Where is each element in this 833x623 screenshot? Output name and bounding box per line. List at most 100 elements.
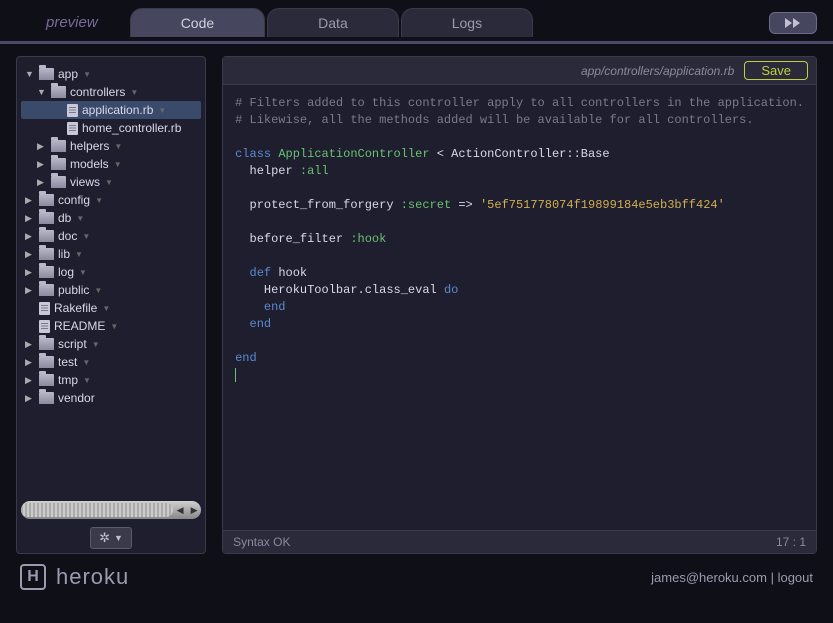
- tree-disclosure-icon: ▼: [94, 196, 104, 205]
- tree-item-label: vendor: [58, 391, 95, 405]
- tab-logs[interactable]: Logs: [401, 8, 533, 37]
- chevron-right-icon: ▶: [25, 213, 35, 224]
- text-cursor: [235, 368, 236, 382]
- folder-icon: [39, 68, 54, 80]
- folder-controllers[interactable]: ▼ controllers ▼: [21, 83, 201, 101]
- folder-vendor[interactable]: ▶vendor: [21, 389, 201, 407]
- chevron-right-icon: ▶: [37, 177, 47, 188]
- folder-icon: [51, 140, 66, 152]
- brand-name: heroku: [56, 564, 129, 590]
- tree-disclosure-icon: ▼: [82, 376, 92, 385]
- tree-item-label: models: [70, 157, 109, 171]
- file-rakefile[interactable]: Rakefile▼: [21, 299, 201, 317]
- code-editor[interactable]: # Filters added to this controller apply…: [223, 85, 816, 530]
- tree-disclosure-icon: ▼: [157, 106, 167, 115]
- chevron-right-icon: ▶: [37, 141, 47, 152]
- folder-icon: [39, 374, 54, 386]
- file-readme[interactable]: README ▼: [21, 317, 201, 335]
- folder-app[interactable]: ▼ app ▼: [21, 65, 201, 83]
- folder-public[interactable]: ▶ public ▼: [21, 281, 201, 299]
- tree-disclosure-icon: ▼: [82, 70, 92, 79]
- tree-disclosure-icon: ▼: [74, 250, 84, 259]
- tree-disclosure-icon: ▼: [104, 178, 114, 187]
- file-tree-sidebar: ▼app▼▼controllers▼application.rb▼home_co…: [16, 56, 206, 554]
- tree-item-label: application.rb: [82, 103, 153, 117]
- preview-link[interactable]: preview: [16, 8, 128, 37]
- file-icon: [39, 302, 50, 315]
- editor-panel: app/controllers/application.rb Save # Fi…: [222, 56, 817, 554]
- tree-disclosure-icon: ▼: [109, 322, 119, 331]
- folder-log[interactable]: ▶ log ▼: [21, 263, 201, 281]
- tree-item-label: config: [58, 193, 90, 207]
- gear-menu-button[interactable]: ✲ ▼: [90, 527, 132, 549]
- tree-item-label: controllers: [70, 85, 125, 99]
- folder-db[interactable]: ▶ db ▼: [21, 209, 201, 227]
- tree-item-label: public: [58, 283, 89, 297]
- folder-icon: [39, 266, 54, 278]
- folder-icon: [51, 86, 66, 98]
- folder-views[interactable]: ▶ views ▼: [21, 173, 201, 191]
- tree-disclosure-icon: ▼: [78, 268, 88, 277]
- chevron-down-icon: ▼: [25, 69, 35, 79]
- tree-item-label: db: [58, 211, 71, 225]
- tree-disclosure-icon: ▼: [81, 232, 91, 241]
- scroll-right-icon[interactable]: ▶: [187, 505, 201, 516]
- tree-item-label: app: [58, 67, 78, 81]
- folder-test[interactable]: ▶ test ▼: [21, 353, 201, 371]
- tree-disclosure-icon: ▼: [113, 142, 123, 151]
- cursor-position: 17 : 1: [776, 535, 806, 549]
- folder-lib[interactable]: ▶ lib ▼: [21, 245, 201, 263]
- fast-forward-button[interactable]: [769, 12, 817, 34]
- file-icon: [67, 104, 78, 117]
- chevron-down-icon: ▼: [37, 87, 47, 97]
- file-icon: [39, 320, 50, 333]
- folder-script[interactable]: ▶script▼: [21, 335, 201, 353]
- file-application-rb[interactable]: application.rb ▼: [21, 101, 201, 119]
- folder-icon: [51, 158, 66, 170]
- chevron-right-icon: ▶: [25, 285, 35, 296]
- chevron-down-icon: ▼: [114, 533, 123, 543]
- gear-icon: ✲: [99, 530, 110, 546]
- tree-item-label: script: [58, 337, 87, 351]
- tree-disclosure-icon: ▼: [113, 160, 123, 169]
- tab-code[interactable]: Code: [130, 8, 265, 37]
- horizontal-scrollbar[interactable]: ◀ ▶: [21, 501, 201, 519]
- tree-item-label: views: [70, 175, 100, 189]
- folder-tmp[interactable]: ▶tmp▼: [21, 371, 201, 389]
- chevron-right-icon: ▶: [25, 267, 35, 278]
- file-home-controller-rb[interactable]: home_controller.rb: [21, 119, 201, 137]
- folder-icon: [39, 338, 54, 350]
- folder-config[interactable]: ▶config▼: [21, 191, 201, 209]
- tree-disclosure-icon: ▼: [129, 88, 139, 97]
- folder-icon: [39, 230, 54, 242]
- logout-link[interactable]: logout: [778, 570, 813, 585]
- folder-models[interactable]: ▶ models ▼: [21, 155, 201, 173]
- tree-item-label: test: [58, 355, 77, 369]
- heroku-logo-icon: H: [20, 564, 46, 590]
- chevron-right-icon: ▶: [37, 159, 47, 170]
- file-icon: [67, 122, 78, 135]
- tree-item-label: log: [58, 265, 74, 279]
- breadcrumb: app/controllers/application.rb: [581, 64, 734, 78]
- tab-data[interactable]: Data: [267, 8, 399, 37]
- tree-disclosure-icon: ▼: [75, 214, 85, 223]
- tree-disclosure-icon: ▼: [91, 340, 101, 349]
- folder-icon: [39, 194, 54, 206]
- chevron-right-icon: ▶: [25, 231, 35, 242]
- folder-icon: [39, 248, 54, 260]
- folder-helpers[interactable]: ▶helpers▼: [21, 137, 201, 155]
- tree-item-label: doc: [58, 229, 77, 243]
- save-button[interactable]: Save: [744, 61, 808, 80]
- chevron-right-icon: ▶: [25, 357, 35, 368]
- user-email-link[interactable]: james@heroku.com: [651, 570, 767, 585]
- scroll-left-icon[interactable]: ◀: [173, 505, 187, 516]
- tree-item-label: README: [54, 319, 105, 333]
- tree-item-label: home_controller.rb: [82, 121, 181, 135]
- chevron-right-icon: ▶: [25, 375, 35, 386]
- folder-icon: [39, 392, 54, 404]
- tree-item-label: lib: [58, 247, 70, 261]
- tree-disclosure-icon: ▼: [81, 358, 91, 367]
- chevron-right-icon: ▶: [25, 249, 35, 260]
- tree-disclosure-icon: ▼: [93, 286, 103, 295]
- folder-doc[interactable]: ▶ doc ▼: [21, 227, 201, 245]
